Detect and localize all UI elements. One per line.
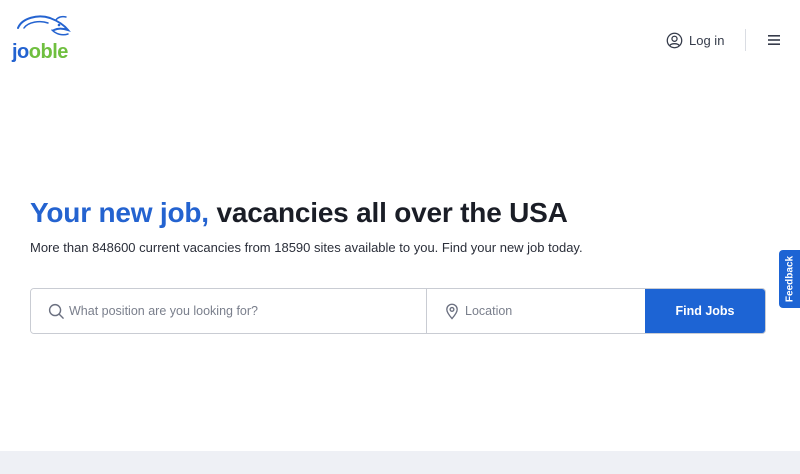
feedback-tab[interactable]: Feedback [779, 250, 800, 308]
logo-text-blue: jo [12, 41, 29, 63]
login-button[interactable]: Log in [666, 30, 724, 50]
position-input[interactable] [31, 289, 426, 333]
position-field [31, 289, 427, 333]
hero-section: Your new job, vacancies all over the USA… [30, 195, 770, 257]
location-field [427, 289, 645, 333]
jooble-logo[interactable]: jooble [12, 14, 74, 64]
footer-section [0, 451, 800, 474]
jooble-fish-logo-icon [17, 15, 71, 36]
find-jobs-button[interactable]: Find Jobs [645, 289, 765, 333]
location-pin-icon [446, 303, 458, 320]
headline-accent: Your new job, [30, 197, 209, 228]
headline-rest: vacancies all over the USA [208, 197, 568, 228]
header-divider [745, 29, 746, 51]
hamburger-menu-icon[interactable] [765, 31, 783, 49]
search-icon [48, 303, 64, 319]
logo-text-green: oble [28, 41, 69, 63]
user-circle-icon [666, 32, 683, 48]
page-title: Your new job, vacancies all over the USA [30, 195, 770, 231]
site-header: jooble Log in [0, 0, 800, 80]
feedback-label: Feedback [784, 255, 795, 303]
vacancies-summary: More than 848600 current vacancies from … [30, 240, 583, 255]
login-label: Log in [689, 32, 725, 48]
logo-wordmark: jooble [12, 41, 68, 63]
job-search-form: Find Jobs [30, 288, 766, 334]
